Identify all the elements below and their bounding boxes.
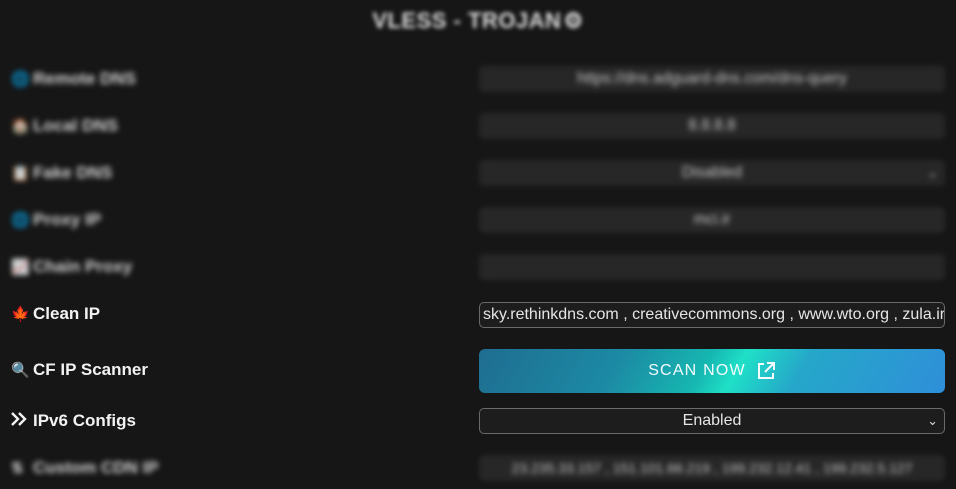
setting-row-custom-cdn-ip: ⇅ Custom CDN IP 23.235.33.157 , 151.101.… — [0, 448, 956, 488]
fake-dns-label-text: Fake DNS — [33, 163, 113, 182]
ipv6-configs-select[interactable]: Enabled ⌄ — [479, 408, 945, 434]
clean-ip-label-text: Clean IP — [33, 304, 101, 323]
proxy-ip-label-text: Proxy IP — [33, 210, 102, 229]
chevron-down-icon: ⌄ — [927, 413, 938, 428]
clean-ip-input[interactable]: sky.rethinkdns.com , creativecommons.org… — [479, 302, 945, 328]
chain-proxy-label: 📈 Chain Proxy — [11, 247, 132, 287]
leaf-icon: 🍁 — [11, 306, 30, 323]
setting-row-clean-ip: 🍁 Clean IP sky.rethinkdns.com , creative… — [0, 294, 956, 334]
ipv6-configs-label-text: IPv6 Configs — [33, 411, 136, 430]
sort-icon: ⇅ — [11, 460, 24, 477]
proxy-ip-label: 🌐 Proxy IP — [11, 200, 101, 240]
setting-row-ipv6-configs: IPv6 Configs Enabled ⌄ — [0, 401, 956, 441]
local-dns-label: 🏠 Local DNS — [11, 106, 118, 146]
setting-row-local-dns: 🏠 Local DNS 8.8.8.8 — [0, 106, 956, 146]
globe-icon: 🌐 — [11, 71, 30, 88]
ipv6-configs-label: IPv6 Configs — [11, 401, 136, 441]
house-icon: 🏠 — [11, 118, 30, 135]
page-title: VLESS - TROJAN⚙ — [0, 8, 956, 34]
ipv6-configs-select-value: Enabled — [682, 412, 742, 429]
remote-dns-input[interactable]: https://dns.adguard-dns.com/dns-query — [479, 66, 945, 92]
remote-dns-label: 🌐 Remote DNS — [11, 59, 136, 99]
globe-icon: 🌐 — [11, 212, 30, 229]
custom-cdn-ip-label-text: Custom CDN IP — [33, 458, 159, 477]
clean-ip-label: 🍁 Clean IP — [11, 294, 100, 334]
setting-row-remote-dns: 🌐 Remote DNS https://dns.adguard-dns.com… — [0, 59, 956, 99]
magnifier-icon: 🔍 — [11, 362, 30, 379]
cf-ip-scanner-label: 🔍 CF IP Scanner — [11, 350, 148, 390]
local-dns-label-text: Local DNS — [33, 116, 119, 135]
chain-proxy-input[interactable] — [479, 254, 945, 280]
gear-icon: ⚙ — [563, 8, 584, 33]
remote-dns-label-text: Remote DNS — [33, 69, 136, 88]
setting-row-fake-dns: 📋 Fake DNS Disabled ⌄ — [0, 153, 956, 193]
scan-now-button[interactable]: SCAN NOW — [479, 349, 945, 393]
chain-proxy-label-text: Chain Proxy — [33, 257, 133, 276]
cf-ip-scanner-label-text: CF IP Scanner — [33, 360, 148, 379]
document-icon: 📋 — [11, 165, 30, 182]
custom-cdn-ip-label: ⇅ Custom CDN IP — [11, 448, 159, 488]
setting-row-chain-proxy: 📈 Chain Proxy — [0, 247, 956, 287]
external-link-icon — [757, 362, 775, 379]
fake-dns-select-value: Disabled — [681, 164, 743, 181]
setting-row-proxy-ip: 🌐 Proxy IP mci.ir — [0, 200, 956, 240]
local-dns-input[interactable]: 8.8.8.8 — [479, 113, 945, 139]
fake-dns-select[interactable]: Disabled ⌄ — [479, 160, 945, 186]
chevron-down-icon: ⌄ — [927, 165, 938, 180]
proxy-ip-input[interactable]: mci.ir — [479, 207, 945, 233]
fake-dns-label: 📋 Fake DNS — [11, 153, 112, 193]
scan-now-button-label: SCAN NOW — [648, 362, 746, 379]
chart-icon: 📈 — [11, 259, 30, 276]
page-title-text: VLESS - TROJAN — [372, 8, 562, 33]
chevrons-icon — [11, 412, 33, 430]
custom-cdn-ip-input[interactable]: 23.235.33.157 , 151.101.66.219 , 199.232… — [479, 455, 945, 481]
